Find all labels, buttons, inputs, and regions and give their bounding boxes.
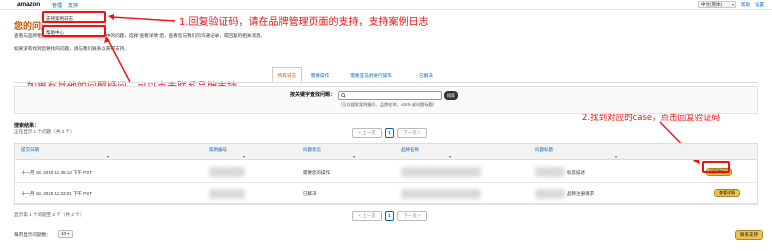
redacted-brand (401, 189, 481, 199)
sort-arrow-icon[interactable]: ▾ (243, 154, 245, 159)
results-count-bottom: 显示第 1 个问题至 2 个（共 2 个） (14, 212, 85, 217)
per-page-select[interactable]: 10 ▾ (58, 230, 73, 238)
redacted-title (535, 189, 565, 199)
cell-status: 需要您的操作 (303, 170, 330, 175)
pager-next-button[interactable]: 下一页 > (397, 211, 427, 221)
cell-title-suffix: 标签描述 (567, 170, 585, 175)
cell-date: 十一月 18, 2019 11:33:01 下午 PST (21, 191, 92, 196)
search-hint: （可以搜索案例编号、品牌名称、ASIN 或问题标题） (338, 102, 437, 107)
sort-arrow-icon[interactable]: ▾ (615, 154, 617, 159)
pager-page-1[interactable]: 1 (385, 128, 394, 138)
table-row: 十一月 18, 2019 11:33:01 下午 PST 已解决 品牌注册请求 … (15, 184, 757, 204)
search-button[interactable]: 搜索 (444, 91, 458, 100)
pager-top: < 上一页 1 下一页 > (352, 128, 427, 138)
redacted-case-id (209, 167, 245, 177)
results-label: 搜索结果： (14, 123, 40, 129)
redacted-brand (401, 167, 481, 177)
tab-action-required[interactable]: 需要操作 (304, 67, 336, 82)
pager-prev-button[interactable]: < 上一页 (352, 128, 382, 138)
cell-date: 十一月 18, 2019 11:45:13 下午 PST (21, 170, 92, 175)
search-label: 按关键字查找问题： (290, 92, 336, 98)
pager-bottom: < 上一页 1 下一页 > (352, 211, 427, 221)
tab-divider (14, 82, 758, 83)
pager-prev-button[interactable]: < 上一页 (352, 211, 382, 221)
cell-title-suffix: 品牌注册请求 (567, 191, 594, 196)
contact-support-button[interactable]: 联系支持 (735, 230, 763, 240)
header-brand[interactable]: 品牌名称 (401, 147, 419, 153)
sort-arrow-icon[interactable]: ▾ (353, 154, 355, 159)
tab-resolved[interactable]: 已解决 (406, 67, 446, 82)
redacted-case-id (209, 189, 245, 199)
results-count-top: 正在显示 1 个问题（共 2 个） (14, 129, 75, 134)
table-header: 提交日期 ▾ 案例编号 ▾ 问题状态 ▾ 品牌名称 ▾ 问题标题 ▾ (15, 144, 757, 160)
header-title[interactable]: 问题标题 (535, 147, 553, 153)
tab-all-logs[interactable]: 所有日志 (272, 67, 302, 82)
per-page-label: 每页显示问题数： (14, 232, 51, 237)
table-row: 十一月 18, 2019 11:45:13 下午 PST 需要您的操作 标签描述… (15, 161, 757, 183)
pager-page-1[interactable]: 1 (385, 211, 394, 221)
search-input[interactable] (338, 91, 442, 100)
sort-arrow-icon[interactable]: ▾ (449, 154, 451, 159)
annotation-step-1: 1.回复验证码，请在品牌管理页面的支持，支持案例日志 (179, 17, 429, 28)
per-page-value: 10 (61, 231, 67, 236)
view-details-button[interactable]: 查看详情 (714, 189, 740, 197)
sort-arrow-icon[interactable]: ▾ (107, 154, 109, 159)
search-icon (341, 93, 346, 98)
pager-next-button[interactable]: 下一页 > (397, 128, 427, 138)
cases-table: 提交日期 ▾ 案例编号 ▾ 问题状态 ▾ 品牌名称 ▾ 问题标题 ▾ 十一月 1… (14, 143, 758, 205)
header-status[interactable]: 问题状态 (303, 147, 321, 153)
tab-bar: 所有日志 需要操作 需要亚马逊进行操作 已解决 (272, 67, 447, 82)
redacted-title (535, 167, 565, 177)
tab-amazon-action[interactable]: 需要亚马逊进行操作 (338, 67, 404, 82)
chevron-down-icon: ▾ (67, 231, 70, 236)
highlight-reply-code (702, 161, 730, 173)
header-case-id[interactable]: 案例编号 (209, 147, 227, 153)
header-submit-date[interactable]: 提交日期 (21, 147, 39, 153)
cell-status: 已解决 (303, 191, 317, 196)
